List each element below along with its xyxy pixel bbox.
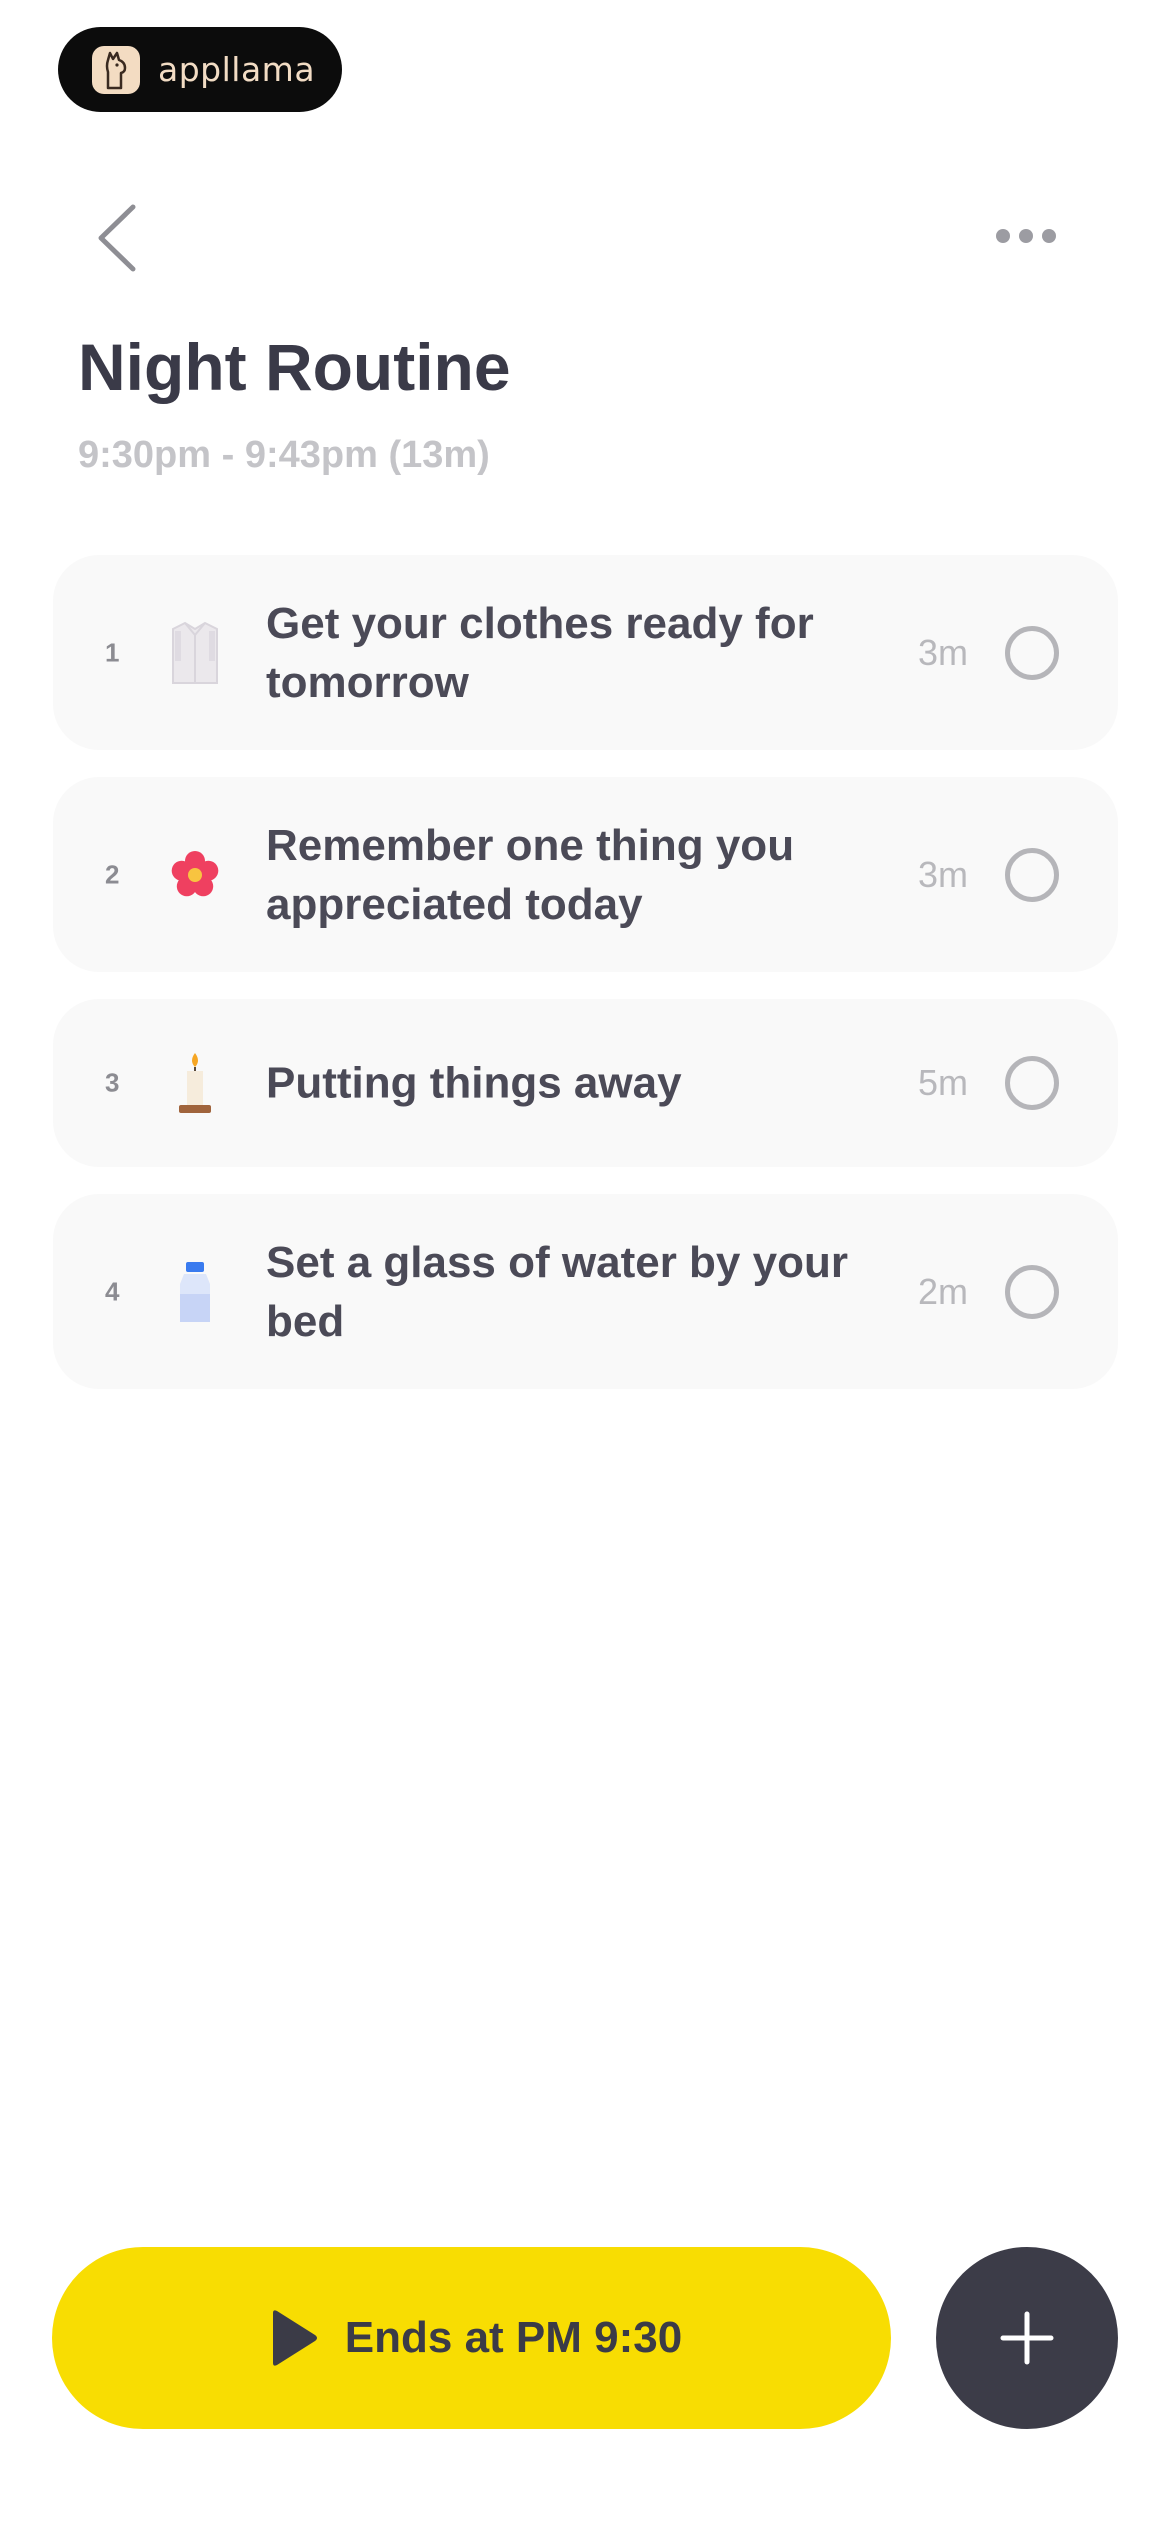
task-number: 4 xyxy=(105,1276,120,1306)
task-label: Putting things away xyxy=(266,1058,682,1108)
brand-name: appllama xyxy=(158,50,316,89)
task-item[interactable]: 4 Set a glass of water by your bed 2m xyxy=(53,1194,1118,1389)
task-number: 2 xyxy=(105,859,120,889)
task-complete-checkbox[interactable] xyxy=(1005,1056,1059,1110)
appllama-badge: appllama xyxy=(58,27,342,112)
page-title: Night Routine xyxy=(78,330,511,404)
llama-logo-icon xyxy=(92,45,140,94)
task-item[interactable]: 3 Putting things away 5m xyxy=(53,999,1118,1167)
task-duration: 5m xyxy=(918,1062,969,1103)
start-routine-label: Ends at PM 9:30 xyxy=(344,2313,683,2362)
play-icon xyxy=(272,2310,317,2366)
candle-icon xyxy=(163,1051,227,1115)
task-duration: 3m xyxy=(918,631,969,673)
task-duration: 2m xyxy=(918,1270,969,1312)
task-label: Remember one thing you appreciated today xyxy=(266,820,795,929)
shirt-icon xyxy=(163,621,227,685)
flower-icon xyxy=(163,843,227,907)
routine-time-range: 9:30pm - 9:43pm (13m) xyxy=(78,434,490,476)
task-complete-checkbox[interactable] xyxy=(1005,1264,1059,1319)
add-task-button[interactable] xyxy=(936,2247,1118,2429)
task-item[interactable]: 1 Get your clothes ready for tomorrow 3m xyxy=(53,555,1118,750)
task-list: 1 Get your clothes ready for tomorrow 3m… xyxy=(53,555,1118,1416)
task-complete-checkbox[interactable] xyxy=(1005,847,1059,902)
task-complete-checkbox[interactable] xyxy=(1005,625,1059,680)
more-horizontal-icon-dot xyxy=(1042,229,1056,243)
more-horizontal-icon-dot xyxy=(1019,229,1033,243)
task-number: 3 xyxy=(105,1067,120,1098)
task-label: Set a glass of water by your bed xyxy=(266,1237,848,1346)
task-duration: 3m xyxy=(918,853,969,895)
task-item[interactable]: 2 Remember one thing you appreciated tod… xyxy=(53,777,1118,972)
plus-icon xyxy=(1000,2311,1054,2365)
chevron-left-icon xyxy=(98,204,136,272)
more-options-button[interactable] xyxy=(996,214,1056,258)
water-bottle-icon xyxy=(163,1260,227,1324)
back-button[interactable] xyxy=(86,200,148,276)
task-number: 1 xyxy=(105,637,120,667)
task-label: Get your clothes ready for tomorrow xyxy=(266,598,814,707)
start-routine-button[interactable]: Ends at PM 9:30 xyxy=(52,2247,891,2429)
more-horizontal-icon-dot xyxy=(996,229,1010,243)
